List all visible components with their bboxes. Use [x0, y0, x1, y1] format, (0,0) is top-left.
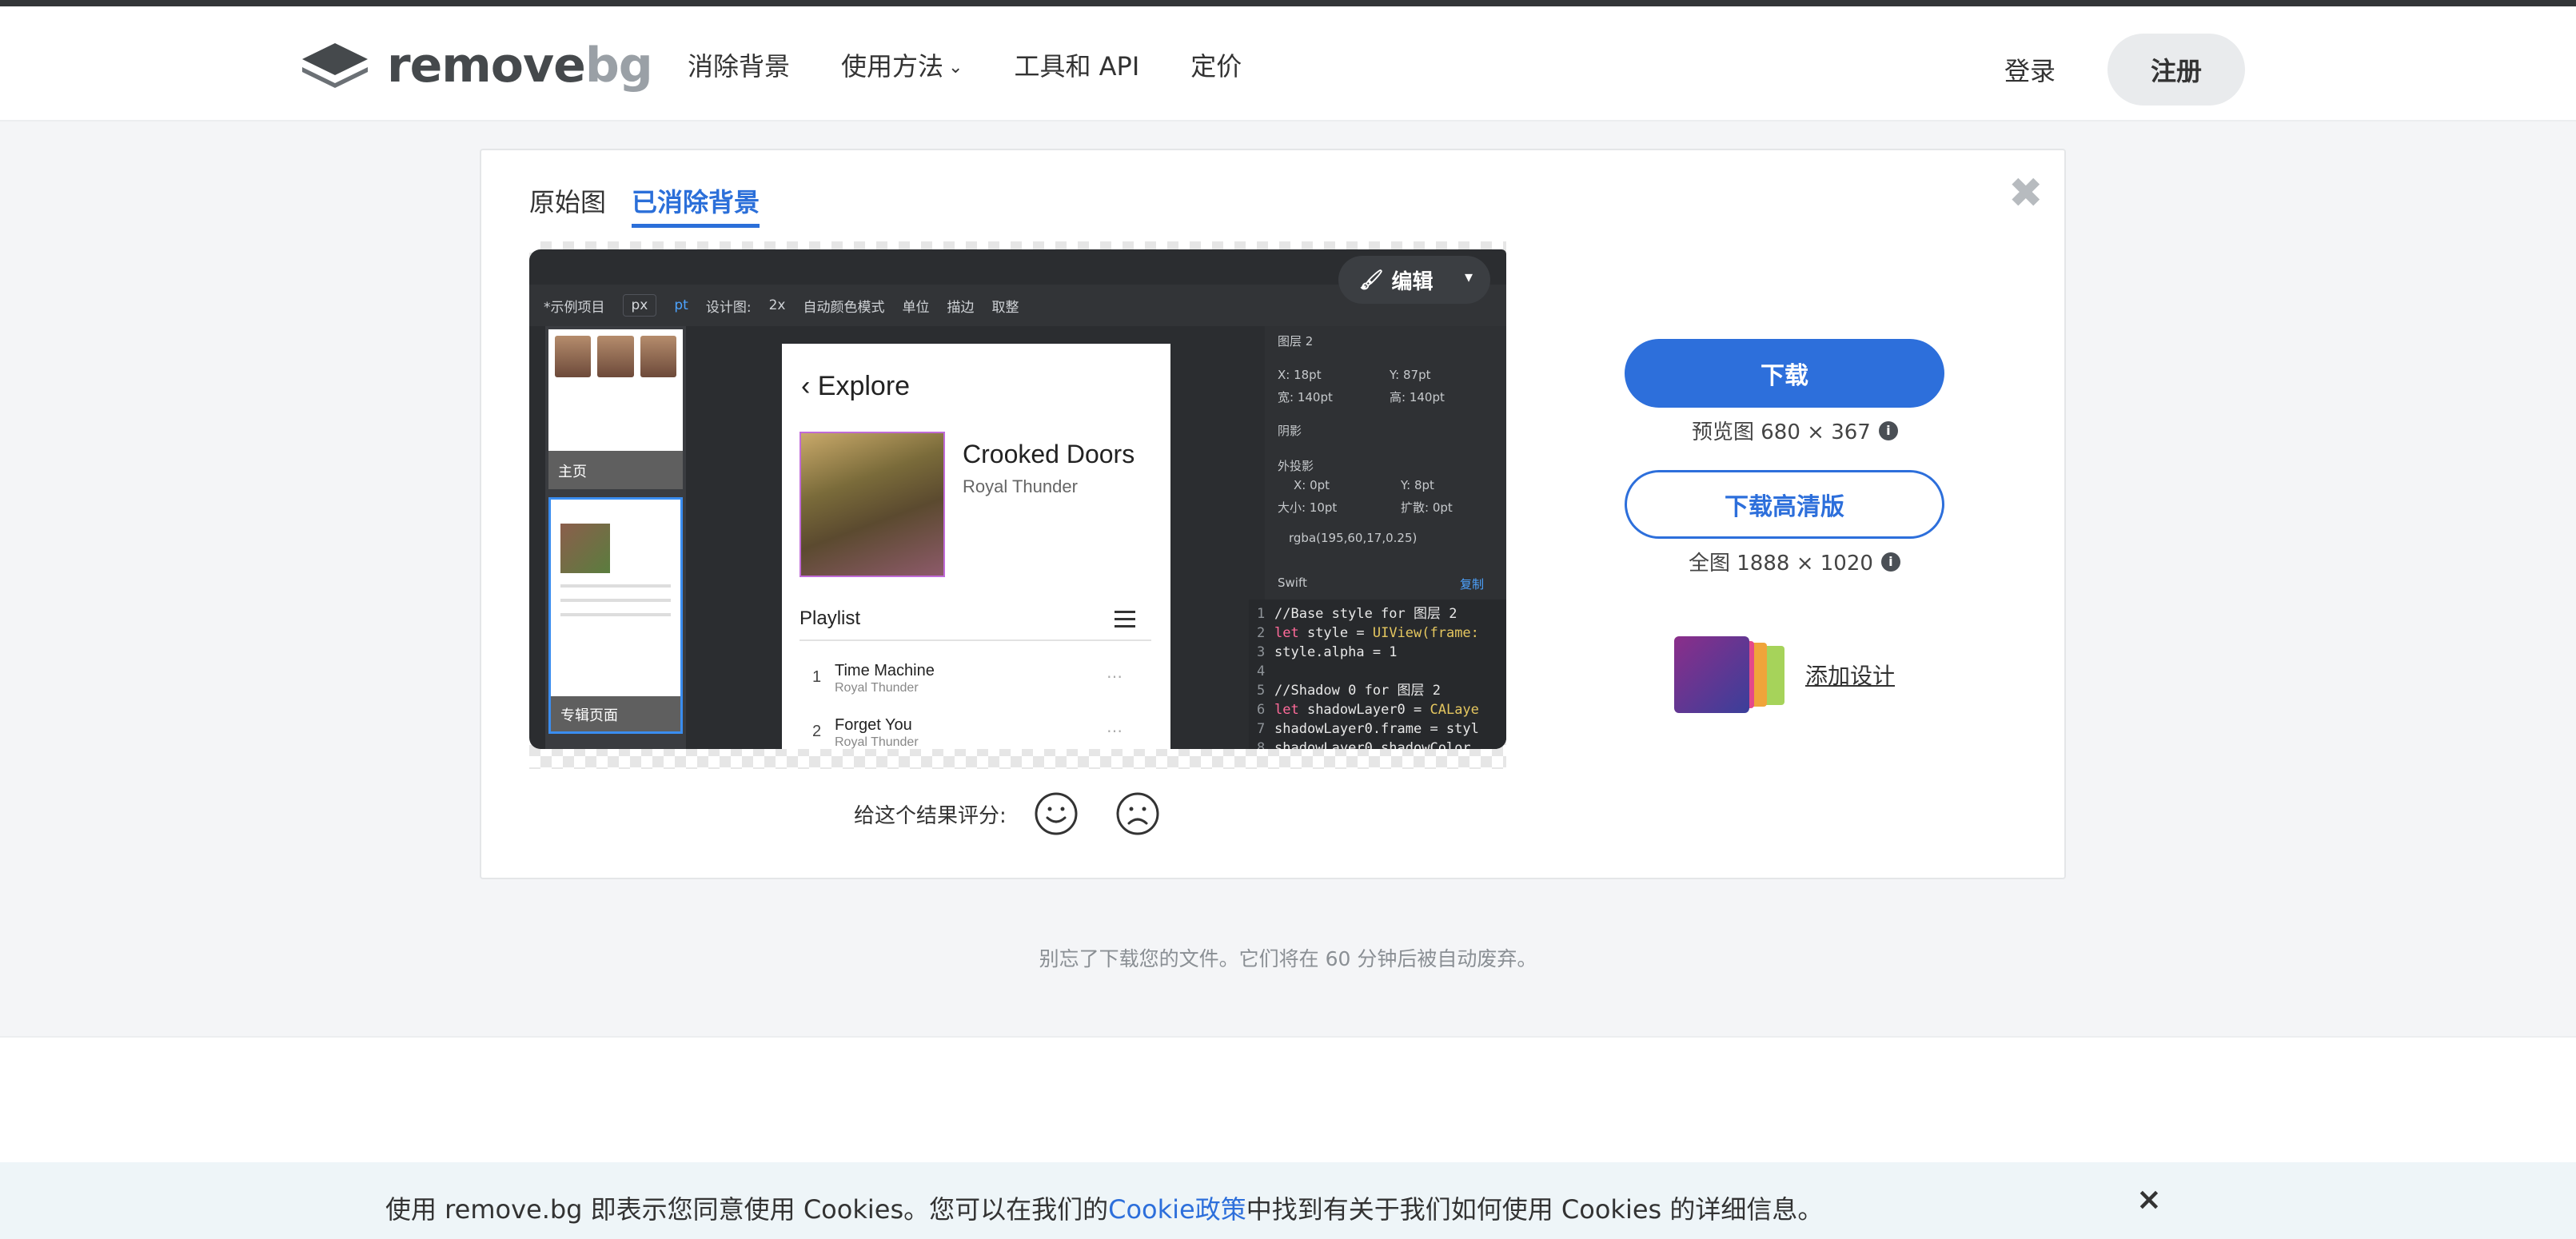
info-icon[interactable]: i [1880, 552, 1900, 572]
preview-app-screenshot: *示例项目 px pt 设计图: 2x 自动颜色模式 单位 描边 取整 主页 专… [529, 249, 1506, 749]
toolbar-text: 单位 [902, 299, 930, 316]
toolbar-text: 2x [768, 297, 786, 313]
full-size-info: 全图 1888 × 1020 i [1689, 547, 1900, 576]
brand-wordmark: removebg [387, 38, 653, 94]
smiley-face-icon[interactable] [1034, 791, 1079, 836]
cookie-policy-link[interactable]: Cookie政策 [1108, 1194, 1246, 1225]
login-link[interactable]: 登录 [2004, 51, 2056, 88]
design-templates-icon [1674, 636, 1794, 713]
nav-remove-bg[interactable]: 消除背景 [688, 46, 790, 83]
album-artist: Royal Thunder [963, 476, 1078, 496]
add-design-link[interactable]: 添加设计 [1674, 636, 1895, 713]
tab-original[interactable]: 原始图 [529, 182, 606, 228]
brush-icon: 🖌 [1359, 269, 1384, 291]
download-hd-button[interactable]: 下载高清版 [1625, 470, 1944, 539]
nav-how-to-use[interactable]: 使用方法 ⌄ [841, 46, 963, 83]
rating-bar: 给这个结果评分: [854, 791, 1160, 836]
sad-face-icon[interactable] [1115, 791, 1160, 836]
info-icon[interactable]: i [1878, 420, 1898, 440]
thumbnail-label: 主页 [548, 451, 683, 489]
cookie-text-part: 使用 remove.bg 即表示您同意使用 Cookies。您可以在我们的 [385, 1194, 1109, 1225]
avatar [640, 336, 676, 377]
chevron-down-icon: ⌄ [948, 57, 963, 78]
avatar [555, 336, 592, 377]
brand-name-part1: remove [387, 38, 586, 94]
album-title: Crooked Doors [963, 440, 1135, 468]
footer-area [0, 1036, 2576, 1162]
expiry-notice: 别忘了下载您的文件。它们将在 60 分钟后被自动废弃。 [1039, 947, 1537, 970]
logo-icon [302, 43, 368, 88]
menu-icon [1115, 611, 1135, 632]
preview-phone-screen: ‹ Explore Crooked Doors Royal Thunder Pl… [782, 344, 1170, 749]
cookie-text-part: 中找到有关于我们如何使用 Cookies 的详细信息。 [1246, 1194, 1824, 1225]
nav-pricing[interactable]: 定价 [1190, 46, 1242, 83]
download-button[interactable]: 下载 [1625, 339, 1944, 408]
nav-tools-api[interactable]: 工具和 API [1014, 46, 1139, 83]
cookie-text: 使用 remove.bg 即表示您同意使用 Cookies。您可以在我们的Coo… [385, 1189, 1823, 1226]
signup-button[interactable]: 注册 [2107, 34, 2245, 106]
close-icon[interactable]: × [2136, 1181, 2162, 1217]
more-icon: ⋯ [1107, 668, 1123, 686]
page-thumbnail: 主页 [548, 329, 683, 489]
brand-name-part2: bg [584, 38, 653, 94]
more-icon: ⋯ [1107, 723, 1123, 740]
preview-size-info: 预览图 680 × 367 i [1692, 416, 1898, 445]
nav-label: 定价 [1190, 51, 1242, 82]
rating-label: 给这个结果评分: [854, 803, 1007, 828]
main-nav: 消除背景 使用方法 ⌄ 工具和 API 定价 [688, 46, 1293, 83]
explore-heading: ‹ Explore [801, 371, 911, 401]
album-cover-image [800, 432, 945, 577]
result-preview-image: *示例项目 px pt 设计图: 2x 自动颜色模式 单位 描边 取整 主页 专… [529, 241, 1506, 769]
toolbar-text: *示例项目 [544, 299, 605, 316]
toolbar-text: px [622, 294, 657, 317]
edit-button-label: 编辑 [1391, 269, 1434, 294]
toolbar-text: 自动颜色模式 [803, 299, 885, 316]
tab-removed-background[interactable]: 已消除背景 [632, 182, 760, 228]
code-snippet: 1//Base style for 图层 2 2 let style = UIVie… [1249, 600, 1506, 749]
add-design-label: 添加设计 [1805, 663, 1896, 689]
thumbnail-label: 专辑页面 [551, 696, 680, 731]
close-icon[interactable]: ✖ [2008, 173, 2044, 214]
toolbar-text: 设计图: [705, 299, 752, 316]
cookie-banner: 使用 remove.bg 即表示您同意使用 Cookies。您可以在我们的Coo… [0, 1162, 2576, 1239]
preview-pages-panel: 主页 专辑页面 [545, 326, 686, 749]
toolbar-text: 描边 [947, 299, 975, 316]
site-header: removebg 消除背景 使用方法 ⌄ 工具和 API 定价 登录 注册 [0, 6, 2576, 122]
toolbar-text: pt [674, 297, 688, 313]
toolbar-text: 取整 [991, 299, 1019, 316]
edit-button[interactable]: 🖌 编辑 ▾ [1338, 256, 1490, 304]
playlist-heading: Playlist [800, 608, 861, 629]
page-thumbnail-selected: 专辑页面 [548, 497, 683, 734]
brand-logo[interactable]: removebg [299, 37, 653, 94]
full-size-text: 全图 1888 × 1020 [1689, 552, 1873, 576]
avatar [597, 336, 634, 377]
caret-down-icon[interactable]: ▾ [1465, 267, 1473, 286]
image-tabs: 原始图 已消除背景 [529, 182, 785, 228]
preview-size-text: 预览图 680 × 367 [1692, 420, 1871, 444]
album-art-thumbnail [560, 524, 610, 573]
top-accent-bar [0, 0, 2576, 6]
nav-label: 消除背景 [688, 51, 791, 82]
nav-label: 工具和 API [1014, 51, 1140, 82]
nav-label: 使用方法 [841, 51, 944, 82]
